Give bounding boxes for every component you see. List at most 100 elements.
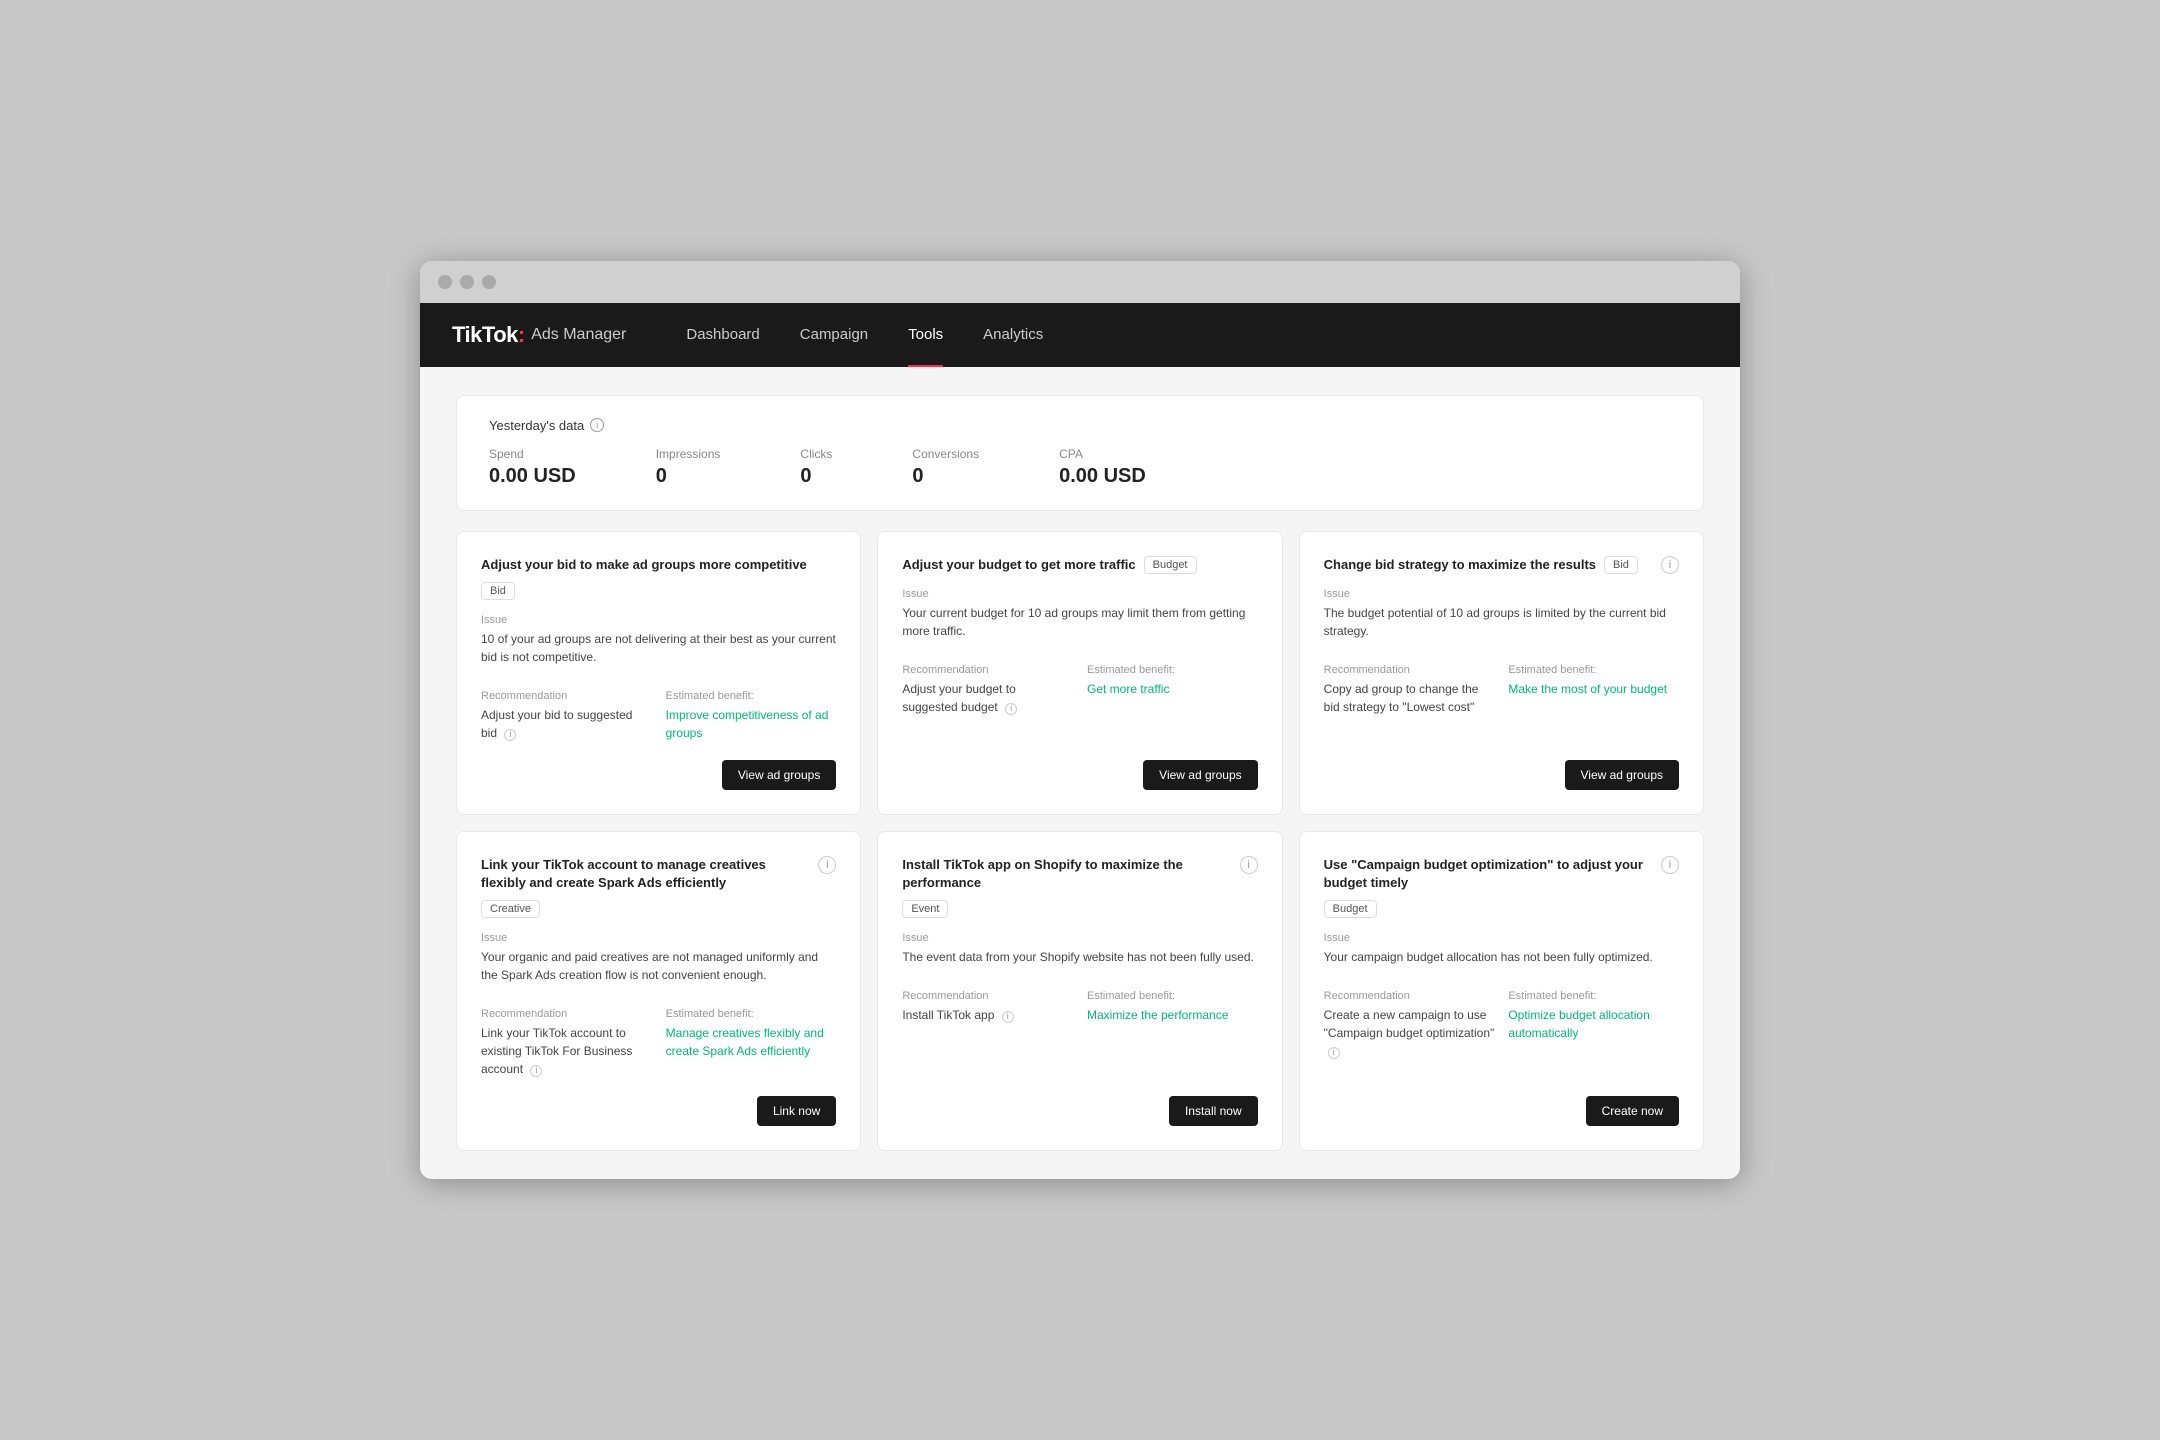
nav-bar: TikTok: Ads Manager Dashboard Campaign T…: [420, 303, 1740, 367]
benefit-section: Estimated benefit: Manage creatives flex…: [666, 1008, 837, 1078]
stats-info-icon[interactable]: i: [590, 418, 604, 432]
recommendation-section: Recommendation Link your TikTok account …: [481, 1008, 652, 1078]
card-info-icon[interactable]: i: [818, 856, 836, 874]
card-title: Use "Campaign budget optimization" to ad…: [1324, 856, 1653, 892]
benefit-text: Manage creatives flexibly and create Spa…: [666, 1024, 837, 1060]
card-tag: Budget: [1324, 900, 1377, 918]
traffic-light-green[interactable]: [482, 275, 496, 289]
issue-text: 10 of your ad groups are not delivering …: [481, 630, 836, 666]
card-action-button[interactable]: View ad groups: [722, 760, 837, 790]
benefit-label: Estimated benefit:: [1087, 990, 1258, 1002]
benefit-label: Estimated benefit:: [1087, 664, 1258, 676]
traffic-light-red[interactable]: [438, 275, 452, 289]
issue-section: Issue Your current budget for 10 ad grou…: [902, 588, 1257, 640]
recommendation-card-1: Adjust your budget to get more traffic B…: [877, 531, 1282, 815]
card-body: Recommendation Adjust your budget to sug…: [902, 664, 1257, 742]
card-title-row: Link your TikTok account to manage creat…: [481, 856, 810, 918]
card-footer: View ad groups: [902, 760, 1257, 790]
logo-dot: :: [518, 322, 525, 348]
benefit-text: Get more traffic: [1087, 680, 1258, 698]
card-action-button[interactable]: View ad groups: [1143, 760, 1258, 790]
issue-section: Issue Your campaign budget allocation ha…: [1324, 932, 1679, 966]
card-action-button[interactable]: Create now: [1586, 1096, 1679, 1126]
benefit-section: Estimated benefit: Get more traffic: [1087, 664, 1258, 742]
recommendation-text: Adjust your budget to suggested budget i: [902, 680, 1073, 716]
benefit-label: Estimated benefit:: [1508, 990, 1679, 1002]
stat-impressions-value: 0: [656, 465, 721, 488]
recommendation-label: Recommendation: [902, 664, 1073, 676]
card-header: Change bid strategy to maximize the resu…: [1324, 556, 1679, 574]
issue-label: Issue: [902, 932, 1257, 944]
recommendation-section: Recommendation Create a new campaign to …: [1324, 990, 1495, 1078]
card-header: Use "Campaign budget optimization" to ad…: [1324, 856, 1679, 918]
issue-label: Issue: [481, 614, 836, 626]
cards-grid: Adjust your bid to make ad groups more c…: [456, 531, 1704, 1152]
rec-info-icon[interactable]: i: [1002, 1011, 1014, 1023]
card-action-button[interactable]: Link now: [757, 1096, 836, 1126]
issue-text: Your campaign budget allocation has not …: [1324, 948, 1679, 966]
logo-tiktok-text: TikTok: [452, 322, 518, 348]
issue-section: Issue 10 of your ad groups are not deliv…: [481, 614, 836, 666]
card-action-button[interactable]: View ad groups: [1565, 760, 1680, 790]
card-title-row: Adjust your budget to get more traffic B…: [902, 556, 1257, 574]
card-tag: Event: [902, 900, 948, 918]
recommendation-label: Recommendation: [1324, 990, 1495, 1002]
stat-conversions-label: Conversions: [912, 447, 979, 461]
browser-content: TikTok: Ads Manager Dashboard Campaign T…: [420, 303, 1740, 1180]
issue-section: Issue The budget potential of 10 ad grou…: [1324, 588, 1679, 640]
logo: TikTok: Ads Manager: [452, 322, 626, 348]
recommendation-section: Recommendation Adjust your budget to sug…: [902, 664, 1073, 742]
nav-item-tools[interactable]: Tools: [908, 303, 943, 367]
card-header: Link your TikTok account to manage creat…: [481, 856, 836, 918]
recommendation-card-4: Install TikTok app on Shopify to maximiz…: [877, 831, 1282, 1151]
rec-info-icon[interactable]: i: [1328, 1047, 1340, 1059]
card-header: Adjust your bid to make ad groups more c…: [481, 556, 836, 600]
rec-info-icon[interactable]: i: [530, 1065, 542, 1077]
stat-spend: Spend 0.00 USD: [489, 447, 576, 488]
benefit-text: Improve competitiveness of ad groups: [666, 706, 837, 742]
card-title: Change bid strategy to maximize the resu…: [1324, 556, 1596, 574]
card-info-icon[interactable]: i: [1661, 856, 1679, 874]
issue-text: The event data from your Shopify website…: [902, 948, 1257, 966]
stat-cpa-label: CPA: [1059, 447, 1146, 461]
stat-cpa: CPA 0.00 USD: [1059, 447, 1146, 488]
stat-clicks-label: Clicks: [800, 447, 832, 461]
recommendation-text: Adjust your bid to suggested bid i: [481, 706, 652, 742]
recommendation-card-5: Use "Campaign budget optimization" to ad…: [1299, 831, 1704, 1151]
rec-info-icon[interactable]: i: [504, 729, 516, 741]
recommendation-section: Recommendation Install TikTok app i: [902, 990, 1073, 1078]
card-title-row: Install TikTok app on Shopify to maximiz…: [902, 856, 1231, 918]
stat-clicks: Clicks 0: [800, 447, 832, 488]
recommendation-label: Recommendation: [1324, 664, 1495, 676]
issue-label: Issue: [481, 932, 836, 944]
stat-conversions: Conversions 0: [912, 447, 979, 488]
card-tag: Bid: [481, 582, 515, 600]
stat-cpa-value: 0.00 USD: [1059, 465, 1146, 488]
card-body: Recommendation Create a new campaign to …: [1324, 990, 1679, 1078]
card-info-icon[interactable]: i: [1661, 556, 1679, 574]
recommendation-text: Copy ad group to change the bid strategy…: [1324, 680, 1495, 716]
traffic-light-yellow[interactable]: [460, 275, 474, 289]
card-body: Recommendation Adjust your bid to sugges…: [481, 690, 836, 742]
card-action-button[interactable]: Install now: [1169, 1096, 1258, 1126]
rec-info-icon[interactable]: i: [1005, 703, 1017, 715]
card-info-icon[interactable]: i: [1240, 856, 1258, 874]
stat-impressions: Impressions 0: [656, 447, 721, 488]
nav-item-campaign[interactable]: Campaign: [800, 303, 868, 367]
recommendation-card-0: Adjust your bid to make ad groups more c…: [456, 531, 861, 815]
stats-bar: Yesterday's data i Spend 0.00 USD Impres…: [456, 395, 1704, 511]
card-header: Install TikTok app on Shopify to maximiz…: [902, 856, 1257, 918]
benefit-section: Estimated benefit: Make the most of your…: [1508, 664, 1679, 742]
nav-item-dashboard[interactable]: Dashboard: [686, 303, 759, 367]
recommendation-text: Create a new campaign to use "Campaign b…: [1324, 1006, 1495, 1060]
issue-label: Issue: [902, 588, 1257, 600]
card-footer: Install now: [902, 1096, 1257, 1126]
card-body: Recommendation Install TikTok app i Esti…: [902, 990, 1257, 1078]
card-tag: Creative: [481, 900, 540, 918]
recommendation-section: Recommendation Copy ad group to change t…: [1324, 664, 1495, 742]
nav-item-analytics[interactable]: Analytics: [983, 303, 1043, 367]
stat-spend-value: 0.00 USD: [489, 465, 576, 488]
issue-label: Issue: [1324, 932, 1679, 944]
issue-text: Your current budget for 10 ad groups may…: [902, 604, 1257, 640]
recommendation-section: Recommendation Adjust your bid to sugges…: [481, 690, 652, 742]
